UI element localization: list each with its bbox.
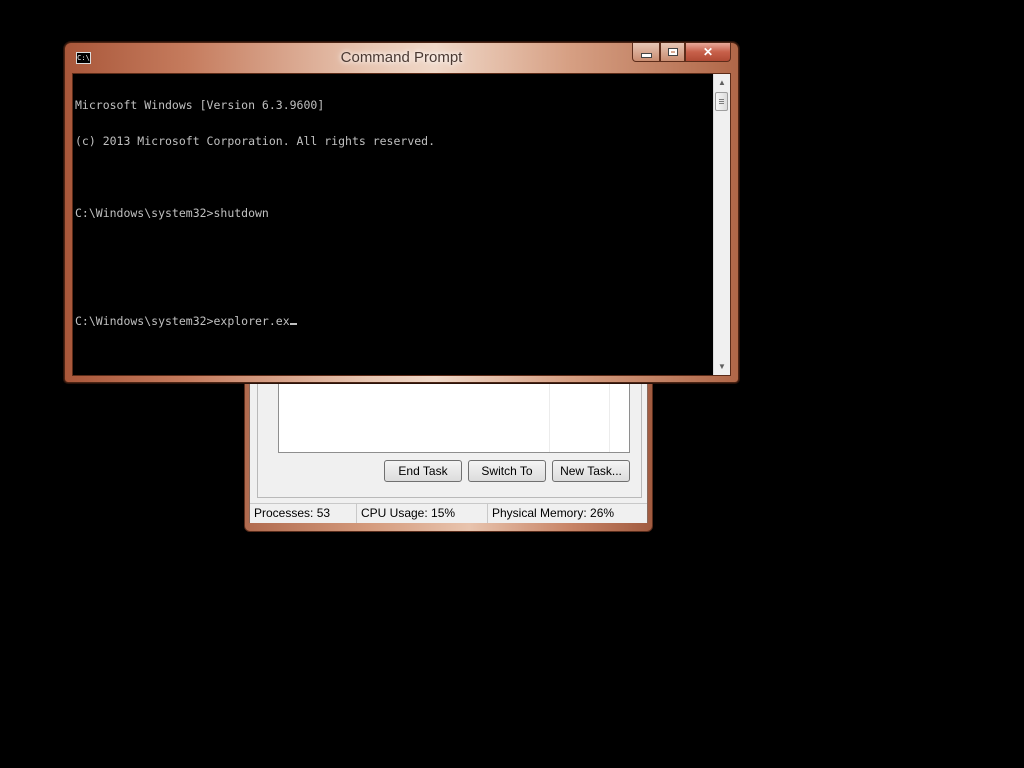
scroll-up-arrow-icon[interactable]: ▲: [714, 74, 730, 91]
close-button[interactable]: ✕: [685, 43, 731, 62]
grip-line: [719, 103, 724, 104]
switch-to-button[interactable]: Switch To: [468, 460, 546, 482]
physical-memory: Physical Memory: 26%: [492, 506, 615, 520]
status-bar: Processes: 53 CPU Usage: 15% Physical Me…: [250, 503, 647, 523]
cpu-usage: CPU Usage: 15%: [357, 504, 488, 523]
grip-line: [719, 99, 724, 100]
scroll-down-arrow-icon[interactable]: ▼: [714, 358, 730, 375]
command-input-text[interactable]: C:\Windows\system32>explorer.ex: [75, 314, 290, 328]
console-area[interactable]: Microsoft Windows [Version 6.3.9600] (c)…: [72, 73, 731, 376]
task-manager-body: End Task Switch To New Task... Processes…: [249, 361, 648, 523]
console-input-line[interactable]: C:\Windows\system32>explorer.ex: [74, 315, 714, 327]
end-task-button[interactable]: End Task: [384, 460, 462, 482]
new-task-button[interactable]: New Task...: [552, 460, 630, 482]
maximize-icon: [667, 48, 678, 56]
vertical-scrollbar[interactable]: ▲ ▼: [713, 74, 730, 375]
processes-count: Processes: 53: [250, 504, 357, 523]
grip-line: [719, 101, 724, 102]
command-prompt-window[interactable]: C:\ Command Prompt ✕ Microsoft Windows […: [64, 42, 739, 383]
close-icon: ✕: [702, 45, 714, 59]
minimize-button[interactable]: [632, 43, 660, 62]
maximize-button[interactable]: [660, 43, 685, 62]
scroll-thumb[interactable]: [715, 92, 728, 111]
console-output[interactable]: Microsoft Windows [Version 6.3.9600] (c)…: [74, 75, 714, 375]
minimize-icon: [640, 53, 652, 58]
text-cursor: [289, 323, 297, 325]
console-line: (c) 2013 Microsoft Corporation. All righ…: [75, 134, 436, 148]
title-bar[interactable]: C:\ Command Prompt ✕: [65, 43, 738, 71]
task-manager-window: End Task Switch To New Task... Processes…: [244, 360, 653, 532]
console-line: Microsoft Windows [Version 6.3.9600]: [75, 98, 325, 112]
console-line: C:\Windows\system32>shutdown: [75, 206, 269, 220]
